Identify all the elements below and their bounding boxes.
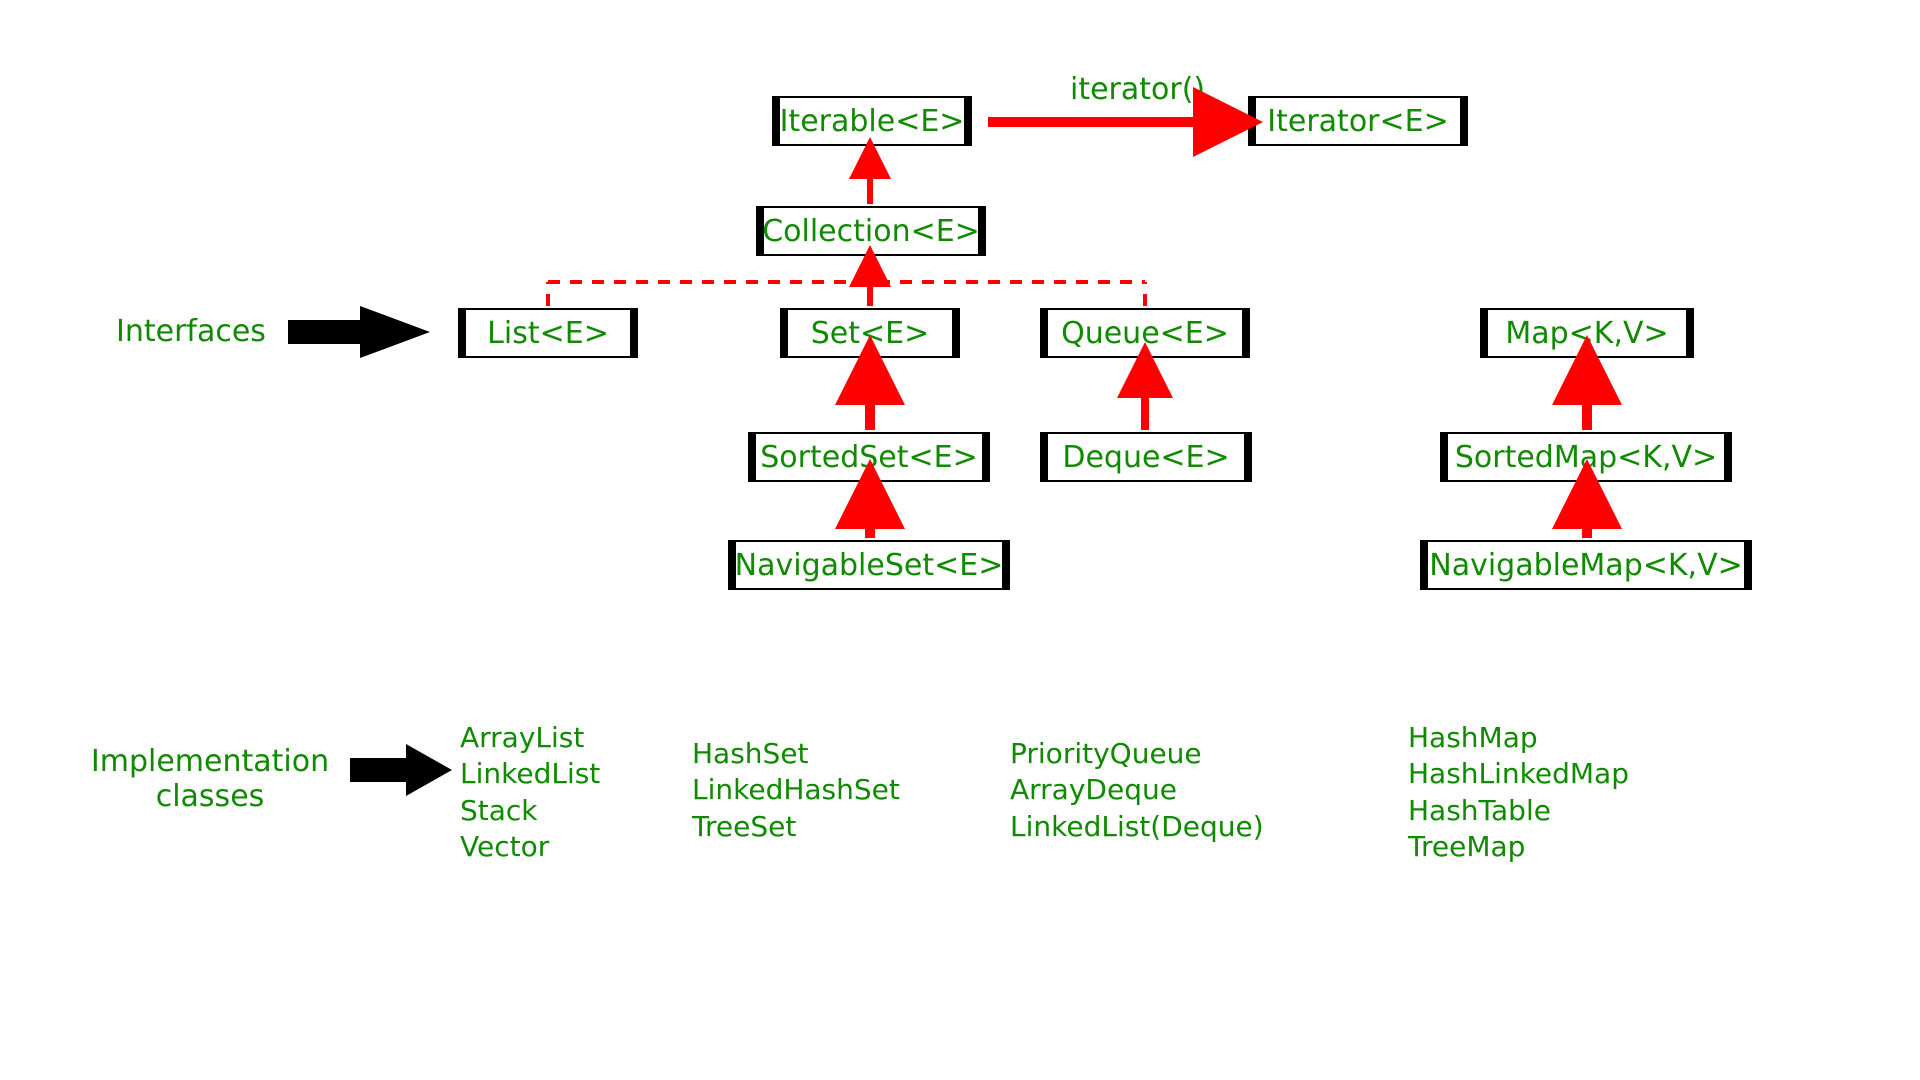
box-set: Set<E> xyxy=(780,308,960,358)
box-queue: Queue<E> xyxy=(1040,308,1250,358)
impl-header-line1: Implementationclasses xyxy=(91,744,329,814)
box-map: Map<K,V> xyxy=(1480,308,1694,358)
impl-map: HashMapHashLinkedMapHashTableTreeMap xyxy=(1408,720,1629,866)
box-navigableset: NavigableSet<E> xyxy=(728,540,1010,590)
box-iterator: Iterator<E> xyxy=(1248,96,1468,146)
impl-queue: PriorityQueueArrayDequeLinkedList(Deque) xyxy=(1010,736,1264,845)
box-navigablemap: NavigableMap<K,V> xyxy=(1420,540,1752,590)
box-sortedmap: SortedMap<K,V> xyxy=(1440,432,1732,482)
box-iterable: Iterable<E> xyxy=(772,96,972,146)
label-interfaces: Interfaces xyxy=(116,314,266,349)
box-collection: Collection<E> xyxy=(756,206,986,256)
label-iterator-method: iterator() xyxy=(1070,72,1205,107)
label-implementation-classes: Implementationclasses xyxy=(80,745,340,814)
box-list: List<E> xyxy=(458,308,638,358)
box-sortedset: SortedSet<E> xyxy=(748,432,990,482)
box-deque: Deque<E> xyxy=(1040,432,1252,482)
impl-list: ArrayListLinkedListStackVector xyxy=(460,720,600,866)
impl-set: HashSetLinkedHashSetTreeSet xyxy=(692,736,900,845)
